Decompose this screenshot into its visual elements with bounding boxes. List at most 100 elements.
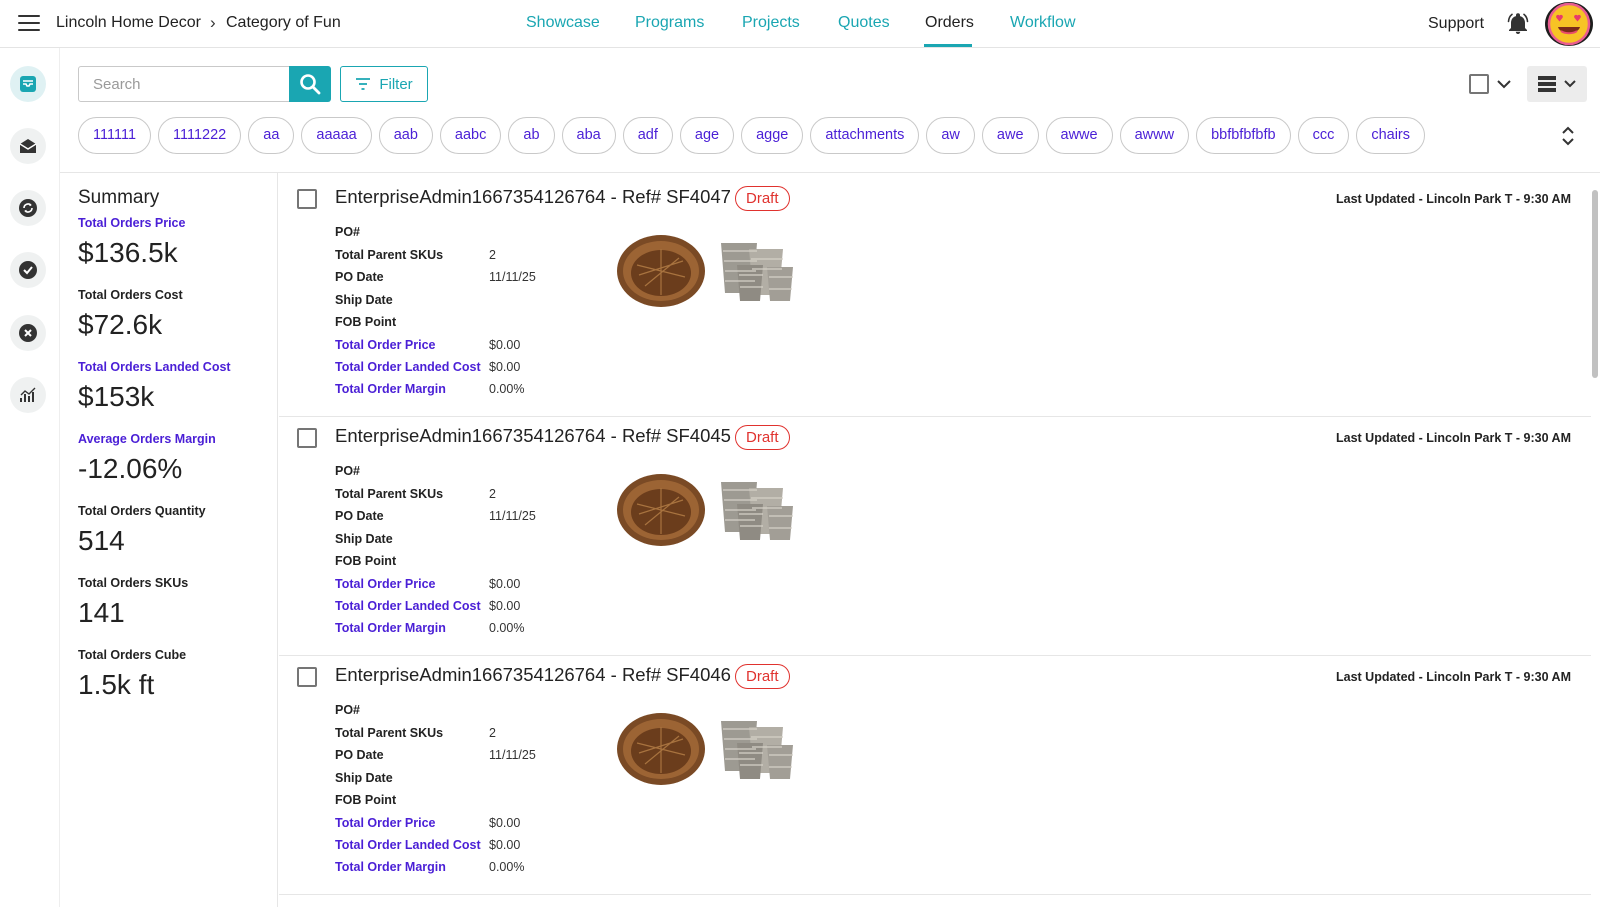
order-title[interactable]: EnterpriseAdmin1667354126764 - Ref# SF40… [335, 425, 731, 447]
field-label-landed-cost: Total Order Landed Cost [335, 360, 481, 374]
field-label-order-margin: Total Order Margin [335, 382, 446, 396]
summary-panel: Summary Total Orders Price $136.5k Total… [60, 173, 278, 907]
cancel-circle-icon[interactable] [10, 315, 46, 351]
tag-chip[interactable]: agge [741, 117, 804, 154]
field-label-order-margin: Total Order Margin [335, 860, 446, 874]
product-thumbnail-tray[interactable] [615, 231, 707, 309]
summary-title: Summary [78, 187, 160, 208]
select-all-checkbox[interactable] [1469, 74, 1489, 94]
tag-chip[interactable]: chairs [1356, 117, 1426, 154]
field-value-parent-skus: 2 [489, 487, 496, 501]
field-label-po-date: PO Date [335, 509, 384, 523]
nav-quotes[interactable]: Quotes [838, 14, 890, 32]
field-value-order-price: $0.00 [489, 338, 521, 352]
field-value-landed-cost: $0.00 [489, 838, 521, 852]
scrollbar-thumb[interactable] [1592, 190, 1598, 378]
stat-label: Average Orders Margin [78, 432, 216, 446]
order-checkbox[interactable] [297, 667, 317, 687]
mail-icon[interactable] [10, 128, 46, 164]
stat-value: 1.5k ft [78, 669, 155, 700]
stat-value: 514 [78, 525, 125, 556]
field-label-ship-date: Ship Date [335, 771, 393, 785]
product-thumbnail-baskets[interactable] [719, 235, 797, 303]
stat-label: Total Orders SKUs [78, 576, 189, 590]
nav-showcase[interactable]: Showcase [526, 14, 600, 32]
list-view-icon [1538, 76, 1556, 92]
stat-label: Total Orders Price [78, 216, 186, 230]
status-badge: Draft [735, 186, 790, 211]
search-input[interactable] [78, 66, 290, 102]
stat-value: 141 [78, 597, 125, 628]
field-value-order-price: $0.00 [489, 577, 521, 591]
field-label-fob: FOB Point [335, 554, 397, 568]
field-value-order-price: $0.00 [489, 816, 521, 830]
order-card: EnterpriseAdmin1667354126764 - Ref# SF40… [279, 412, 1591, 656]
sync-icon[interactable] [10, 190, 46, 226]
tag-chip[interactable]: attachments [810, 117, 920, 154]
field-label-order-margin: Total Order Margin [335, 621, 446, 635]
order-checkbox[interactable] [297, 189, 317, 209]
order-checkbox[interactable] [297, 428, 317, 448]
tag-chip[interactable]: aba [561, 117, 616, 154]
chevron-down-icon[interactable] [1494, 74, 1514, 94]
field-label-po: PO# [335, 464, 361, 478]
nav-projects[interactable]: Projects [742, 14, 800, 32]
analytics-icon[interactable] [10, 377, 46, 413]
filter-icon [356, 78, 371, 90]
nav-workflow[interactable]: Workflow [1010, 14, 1076, 32]
tag-chip[interactable]: bbfbfbfbfb [1196, 117, 1291, 154]
top-bar: Lincoln Home Decor › Category of Fun Sho… [0, 0, 1600, 48]
filter-button[interactable]: Filter [340, 66, 428, 102]
breadcrumb-category[interactable]: Category of Fun [226, 14, 341, 32]
product-thumbnail-baskets[interactable] [719, 474, 797, 542]
order-title[interactable]: EnterpriseAdmin1667354126764 - Ref# SF40… [335, 664, 731, 686]
nav-programs[interactable]: Programs [635, 14, 704, 32]
active-tab-indicator [924, 44, 972, 47]
field-label-order-price: Total Order Price [335, 816, 436, 830]
product-thumbnail-tray[interactable] [615, 709, 707, 787]
view-options-button[interactable] [1527, 66, 1587, 102]
order-title[interactable]: EnterpriseAdmin1667354126764 - Ref# SF40… [335, 186, 731, 208]
expand-tags-icon[interactable] [1556, 124, 1580, 148]
tag-chip[interactable]: awww [1119, 117, 1190, 154]
field-label-ship-date: Ship Date [335, 532, 393, 546]
nav-orders[interactable]: Orders [925, 14, 974, 32]
tag-chip[interactable]: awe [981, 117, 1039, 154]
field-label-po-date: PO Date [335, 270, 384, 284]
field-label-po: PO# [335, 703, 361, 717]
check-circle-icon[interactable] [10, 252, 46, 288]
stat-label: Total Orders Cube [78, 648, 187, 662]
menu-icon[interactable] [18, 15, 40, 33]
field-value-po-date: 11/11/25 [489, 748, 536, 762]
tag-chip-list: 111111 1111222 aa aaaaa aab aabc ab aba adf age ag… [78, 117, 1432, 155]
breadcrumb-company[interactable]: Lincoln Home Decor [56, 14, 201, 32]
tag-chip[interactable]: adf [622, 117, 673, 154]
support-link[interactable]: Support [1428, 15, 1484, 33]
product-thumbnail-tray[interactable] [615, 470, 707, 548]
tag-chip[interactable]: ab [508, 117, 555, 154]
chevron-down-icon [1564, 80, 1576, 88]
tag-chip[interactable]: ccc [1297, 117, 1350, 154]
field-label-ship-date: Ship Date [335, 293, 393, 307]
search-icon [300, 74, 321, 95]
tag-chip[interactable]: aaaaa [301, 117, 372, 154]
orders-list: EnterpriseAdmin1667354126764 - Ref# SF40… [279, 173, 1591, 907]
field-label-po: PO# [335, 225, 361, 239]
field-label-parent-skus: Total Parent SKUs [335, 248, 444, 262]
tag-chip[interactable]: aa [248, 117, 295, 154]
product-thumbnail-baskets[interactable] [719, 713, 797, 781]
avatar[interactable] [1545, 2, 1593, 46]
field-value-order-margin: 0.00% [489, 621, 525, 635]
inbox-icon[interactable] [10, 66, 46, 102]
tag-chip[interactable]: 1111222 [158, 117, 242, 154]
stat-label: Total Orders Cost [78, 288, 183, 302]
tag-chip[interactable]: 111111 [78, 117, 152, 154]
search-button[interactable] [289, 66, 331, 102]
tag-chip[interactable]: aabc [439, 117, 502, 154]
bell-icon[interactable] [1506, 12, 1530, 36]
tag-chip[interactable]: aw [926, 117, 975, 154]
tag-chip[interactable]: awwe [1045, 117, 1113, 154]
field-value-landed-cost: $0.00 [489, 599, 521, 613]
tag-chip[interactable]: aab [378, 117, 433, 154]
tag-chip[interactable]: age [679, 117, 735, 154]
